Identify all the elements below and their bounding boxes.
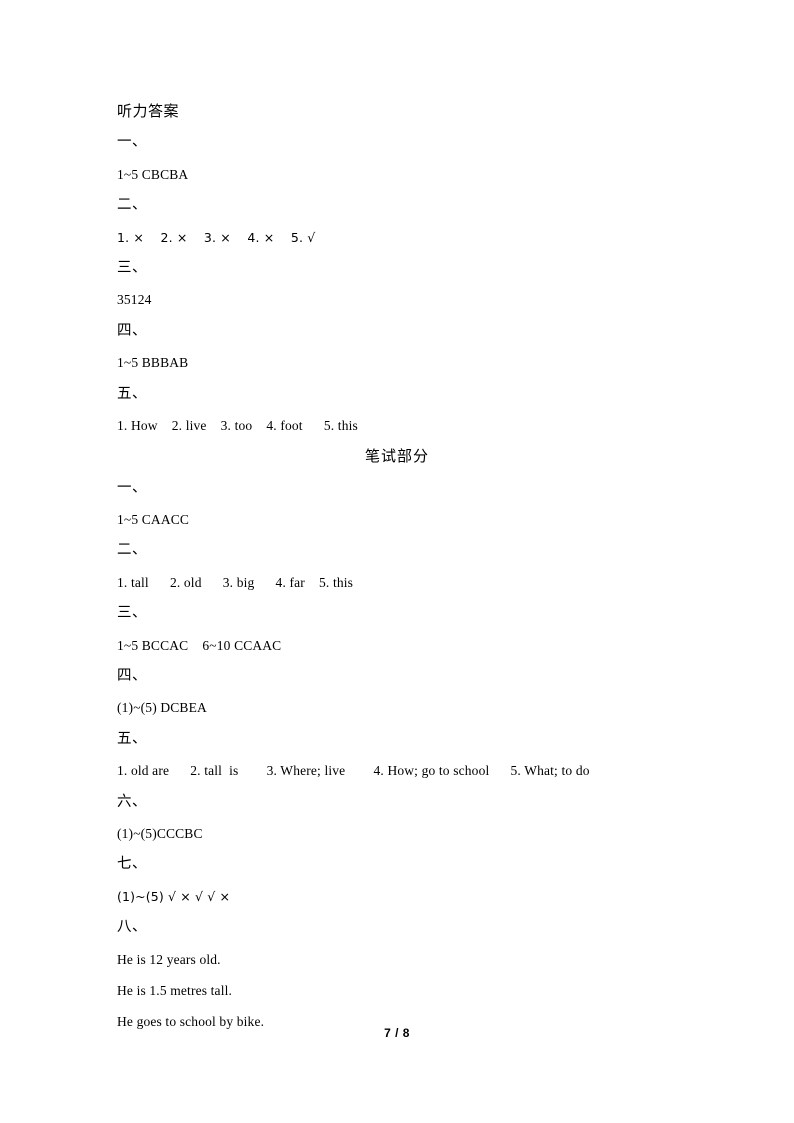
listening-section-marker-1: 一、 [117, 134, 147, 151]
written-section-marker-7: 七、 [117, 856, 147, 873]
written-answer-7: (1)~(5) √ × √ √ × [117, 888, 231, 904]
written-section-marker-1: 一、 [117, 479, 147, 496]
listening-answer-3: 35124 [117, 292, 152, 308]
written-section-marker-6: 六、 [117, 793, 147, 810]
document-title: 听力答案 [117, 102, 180, 120]
listening-answer-4: 1~5 BBBAB [117, 355, 189, 371]
listening-section-marker-3: 三、 [117, 259, 147, 276]
written-answer-5: 1. old are 2. tall is 3. Where; live 4. … [117, 763, 590, 779]
listening-section-marker-5: 五、 [117, 385, 147, 402]
listening-answer-2: 1. × 2. × 3. × 4. × 5. √ [117, 229, 316, 245]
written-section-marker-4: 四、 [117, 668, 147, 685]
written-section-marker-5: 五、 [117, 730, 147, 747]
written-section-marker-8: 八、 [117, 919, 147, 936]
written-final-answer-2: He is 1.5 metres tall. [117, 982, 233, 998]
listening-section-marker-4: 四、 [117, 322, 147, 339]
written-section-marker-2: 二、 [117, 542, 147, 559]
page-number: 7 / 8 [384, 1026, 410, 1040]
written-final-answer-1: He is 12 years old. [117, 951, 221, 967]
listening-answer-1: 1~5 CBCBA [117, 166, 189, 182]
written-section-heading: 笔试部分 [364, 447, 429, 466]
document-body: 听力答案 一、 1~5 CBCBA 二、 1. × 2. × 3. × 4. ×… [117, 96, 697, 1038]
written-answer-4: (1)~(5) DCBEA [117, 700, 207, 716]
written-answer-2: 1. tall 2. old 3. big 4. far 5. this [117, 574, 354, 590]
written-answer-6: (1)~(5)CCCBC [117, 825, 203, 841]
document-page: 听力答案 一、 1~5 CBCBA 二、 1. × 2. × 3. × 4. ×… [0, 0, 794, 1123]
listening-section-marker-2: 二、 [117, 197, 147, 214]
written-section-marker-3: 三、 [117, 605, 147, 622]
written-answer-1: 1~5 CAACC [117, 512, 190, 528]
written-answer-3: 1~5 BCCAC 6~10 CCAAC [117, 637, 282, 653]
listening-answer-5: 1. How 2. live 3. too 4. foot 5. this [117, 417, 358, 433]
